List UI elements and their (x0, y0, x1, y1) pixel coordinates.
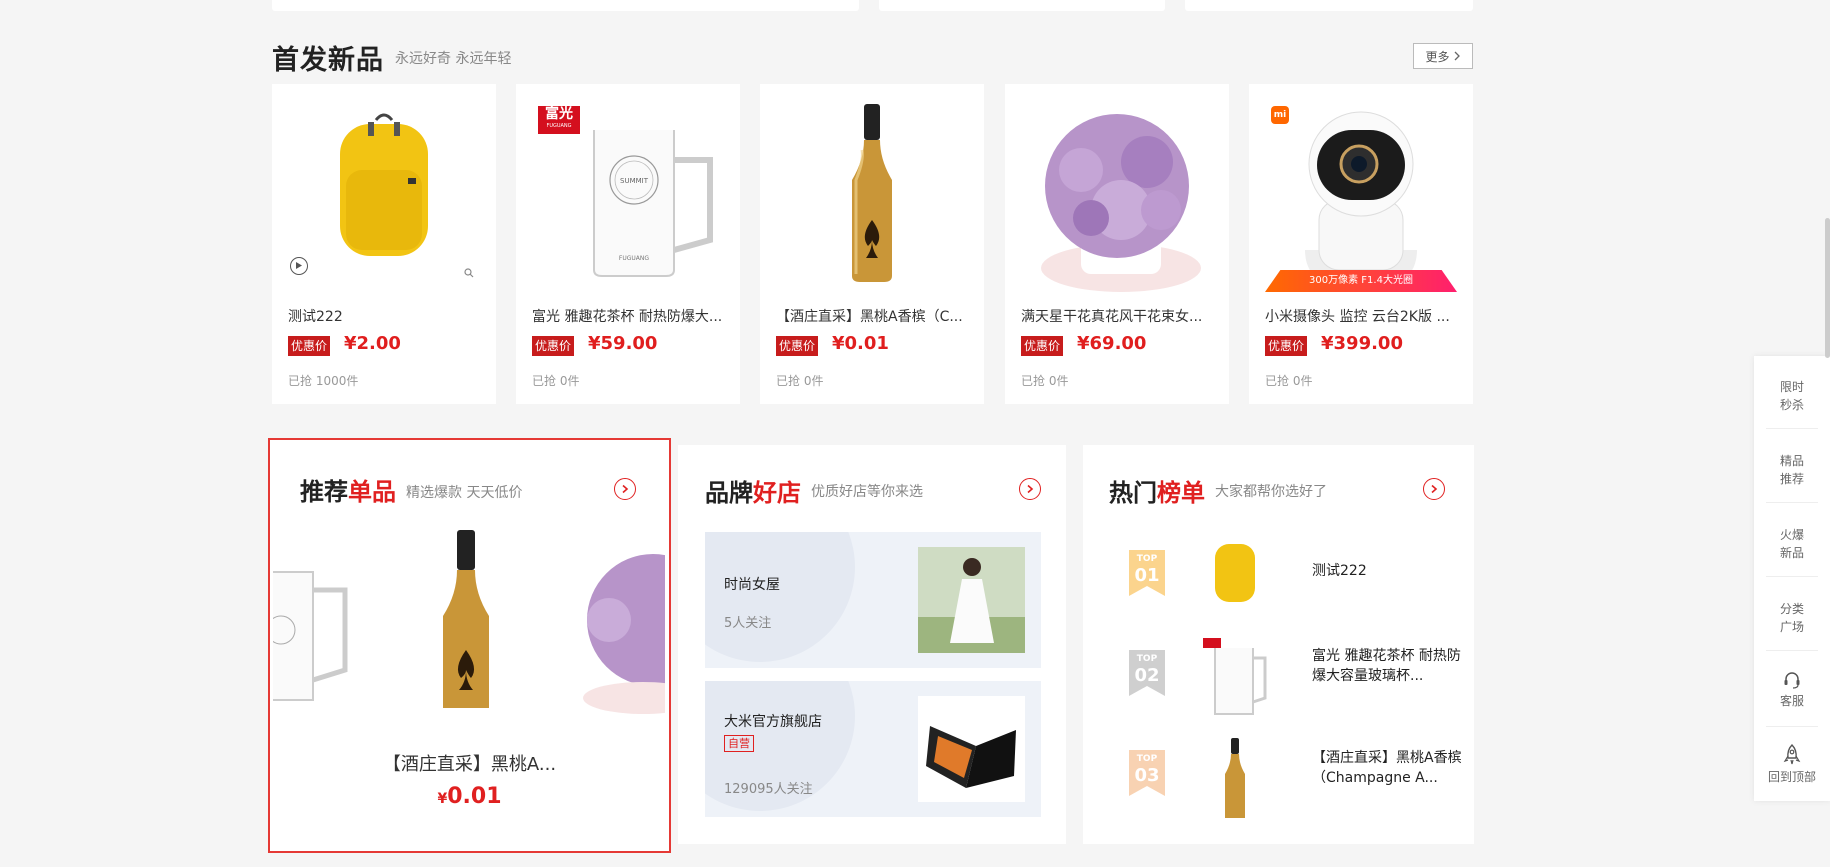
recommend-item-price: ¥0.01 (437, 784, 502, 809)
shop-card-decor (705, 532, 855, 662)
sidebar-item-flash-sale[interactable]: 限时 秒杀 (1762, 378, 1822, 414)
sold-count: 已抢 0件 (776, 374, 824, 388)
chevron-right-icon (622, 484, 629, 494)
sold-count: 已抢 1000件 (288, 374, 359, 388)
product-card[interactable]: SUMMIT FUGUANG 富光 FUGUANG 富光 雅趣花茶杯 耐热防爆大… (516, 84, 740, 404)
hot-rank-arrow-button[interactable] (1423, 478, 1445, 500)
rank-item-name[interactable]: 测试222 (1312, 561, 1462, 581)
recommend-title: 推荐单品 (300, 478, 396, 506)
zoom-icon (464, 268, 474, 278)
more-button[interactable]: 更多 (1413, 43, 1473, 69)
rank-item[interactable]: TOP 03 【酒庄直采】黑桃A香槟（Champagne A... (1129, 738, 1462, 828)
previous-section-card (272, 0, 859, 11)
mug-logo-text: SUMMIT (620, 177, 649, 185)
chevron-right-icon (1454, 51, 1460, 61)
page-scrollbar[interactable] (1825, 218, 1830, 358)
product-card[interactable]: 测试222 优惠价 ¥2.00 已抢 1000件 (272, 84, 496, 404)
recommend-item-name[interactable]: 【酒庄直采】黑桃A... (270, 750, 669, 776)
discount-badge: 优惠价 (532, 336, 575, 356)
previous-section-card (1185, 0, 1473, 11)
product-image[interactable] (1021, 100, 1213, 292)
sidebar-item-customer-service[interactable]: 客服 (1762, 670, 1822, 710)
shop-image[interactable] (918, 547, 1025, 653)
chevron-right-icon (1027, 484, 1034, 494)
rank-flag: TOP 01 (1129, 550, 1165, 596)
sold-count: 已抢 0件 (532, 374, 580, 388)
more-label: 更多 (1425, 49, 1450, 64)
product-image[interactable]: SUMMIT FUGUANG 富光 FUGUANG (532, 100, 724, 292)
product-image[interactable]: 300万像素 F1.4大光圈 mi (1265, 100, 1457, 292)
headset-icon (1784, 672, 1800, 689)
hot-rank-title: 热门榜单 (1109, 479, 1205, 507)
product-image[interactable] (776, 100, 968, 292)
sold-count: 已抢 0件 (1021, 374, 1069, 388)
shop-name[interactable]: 大米官方旗舰店 (724, 711, 822, 731)
product-name[interactable]: 测试222 (288, 306, 488, 326)
previous-section-card (879, 0, 1165, 11)
product-card[interactable]: 300万像素 F1.4大光圈 mi 小米摄像头 监控 云台2K版 ... 优惠价… (1249, 84, 1473, 404)
sold-count: 已抢 0件 (1265, 374, 1313, 388)
product-name[interactable]: 小米摄像头 监控 云台2K版 ... (1265, 306, 1465, 326)
recommend-panel[interactable]: 推荐单品 精选爆款 天天低价 【酒庄直采】黑桃A... ¥0.01 (268, 438, 671, 853)
shop-name[interactable]: 时尚女屋 (724, 574, 780, 594)
product-card[interactable]: 满天星干花真花风干花束女... 优惠价 ¥69.00 已抢 0件 (1005, 84, 1229, 404)
rank-image[interactable] (1199, 738, 1271, 818)
sidebar-item-hot-new[interactable]: 火爆 新品 (1762, 526, 1822, 562)
shop-card[interactable]: 大米官方旗舰店 自营 129095人关注 (705, 681, 1041, 817)
product-price: ¥399.00 (1321, 333, 1403, 354)
rank-item[interactable]: TOP 01 测试222 (1129, 538, 1449, 628)
self-operated-tag: 自营 (724, 735, 754, 752)
section-title-new: 首发新品 (272, 45, 384, 76)
discount-badge: 优惠价 (1021, 336, 1064, 356)
discount-badge: 优惠价 (288, 336, 331, 356)
section-subtitle-new: 永远好奇 永远年轻 (395, 51, 512, 67)
mi-brand-tag: mi (1271, 106, 1289, 124)
product-price: ¥59.00 (588, 333, 658, 354)
product-price: ¥2.00 (344, 333, 401, 354)
recommend-subtitle: 精选爆款 天天低价 (406, 485, 523, 501)
recommend-carousel[interactable] (273, 530, 665, 715)
rank-item-name[interactable]: 【酒庄直采】黑桃A香槟（Champagne A... (1312, 748, 1462, 788)
discount-badge: 优惠价 (776, 336, 819, 356)
play-icon[interactable] (290, 257, 308, 275)
product-name[interactable]: 满天星干花真花风干花束女... (1021, 306, 1221, 326)
brand-shops-panel: 品牌好店 优质好店等你来选 时尚女屋 5人关注 大米官方旗舰店 自营 12909… (678, 445, 1066, 844)
rank-image[interactable] (1180, 538, 1271, 618)
product-image[interactable] (288, 100, 480, 292)
sidebar-item-back-to-top[interactable]: 回到顶部 (1762, 744, 1822, 786)
product-price: ¥0.01 (832, 333, 889, 354)
svg-text:FUGUANG: FUGUANG (619, 255, 649, 262)
product-name[interactable]: 【酒庄直采】黑桃A香槟（C... (776, 306, 976, 326)
shop-image[interactable] (918, 696, 1025, 802)
chevron-right-icon (1431, 484, 1438, 494)
rank-item-name[interactable]: 富光 雅趣花茶杯 耐热防爆大容量玻璃杯... (1312, 646, 1462, 686)
brand-title: 品牌好店 (705, 479, 801, 507)
shop-followers: 129095人关注 (724, 782, 813, 797)
hot-rank-subtitle: 大家都帮你选好了 (1215, 484, 1327, 500)
rank-flag: TOP 03 (1129, 750, 1165, 796)
sidebar-item-recommend[interactable]: 精品 推荐 (1762, 452, 1822, 488)
product-name[interactable]: 富光 雅趣花茶杯 耐热防爆大... (532, 306, 732, 326)
brand-tag: 富光 FUGUANG (538, 106, 580, 134)
rank-image[interactable] (1199, 638, 1271, 718)
rocket-icon (1783, 744, 1801, 765)
product-promo-banner: 300万像素 F1.4大光圈 (1265, 270, 1457, 292)
brand-subtitle: 优质好店等你来选 (811, 484, 923, 500)
recommend-arrow-button[interactable] (614, 478, 636, 500)
shop-followers: 5人关注 (724, 616, 772, 631)
brand-arrow-button[interactable] (1019, 478, 1041, 500)
hot-rank-panel: 热门榜单 大家都帮你选好了 TOP 01 测试222 TOP 02 富光 雅趣花… (1083, 445, 1474, 844)
discount-badge: 优惠价 (1265, 336, 1308, 356)
floating-sidebar: 限时 秒杀 精品 推荐 火爆 新品 分类 广场 客服 回到顶部 (1754, 356, 1830, 801)
product-card[interactable]: 【酒庄直采】黑桃A香槟（C... 优惠价 ¥0.01 已抢 0件 (760, 84, 984, 404)
rank-item[interactable]: TOP 02 富光 雅趣花茶杯 耐热防爆大容量玻璃杯... (1129, 638, 1461, 728)
sidebar-item-category[interactable]: 分类 广场 (1762, 600, 1822, 636)
rank-flag: TOP 02 (1129, 650, 1165, 696)
shop-card[interactable]: 时尚女屋 5人关注 (705, 532, 1041, 668)
product-price: ¥69.00 (1077, 333, 1147, 354)
